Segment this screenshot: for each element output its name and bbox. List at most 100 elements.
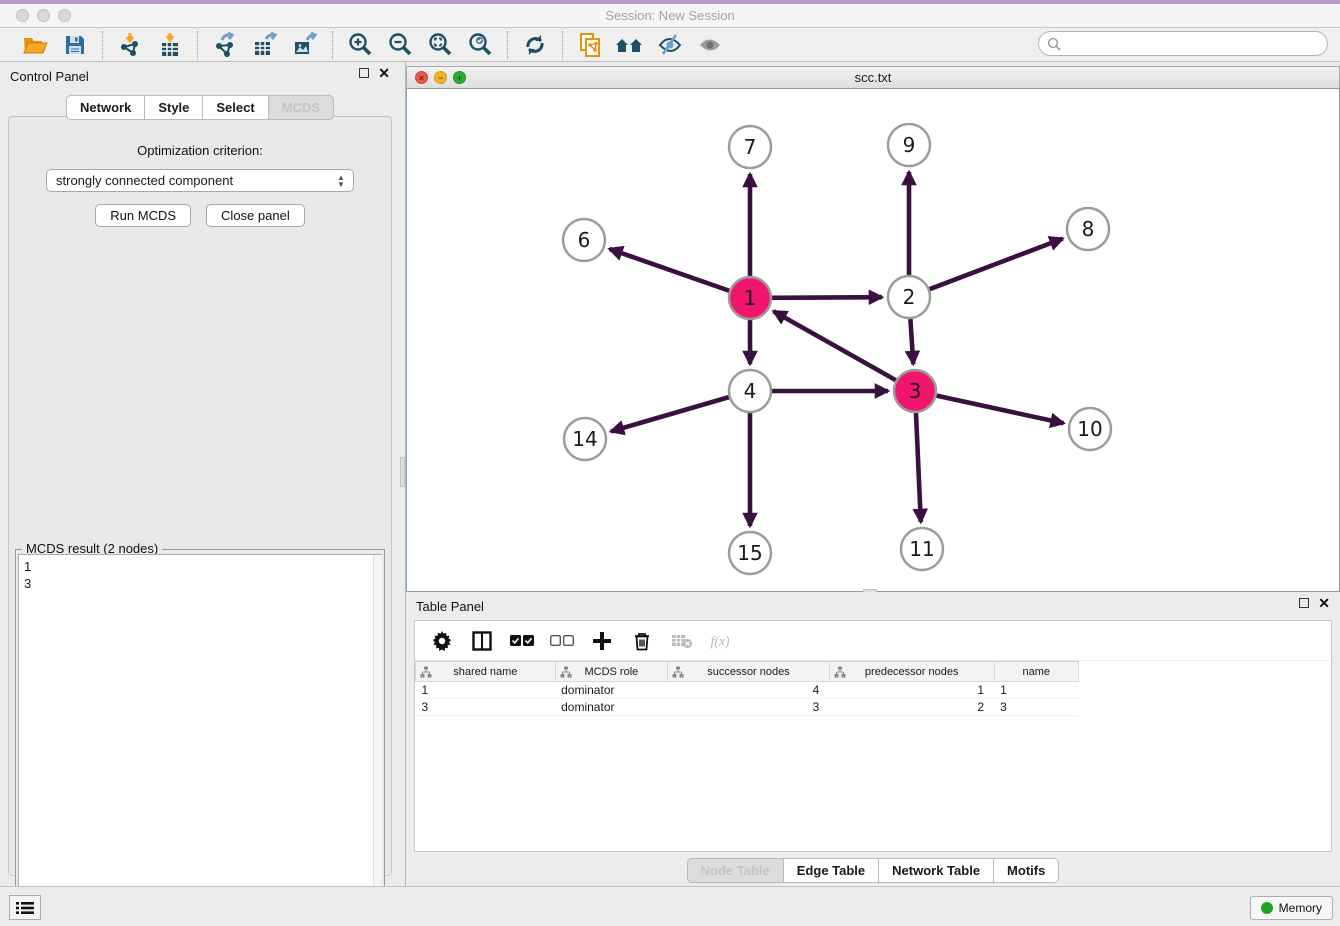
svg-text:3: 3 — [909, 379, 922, 403]
table-cell[interactable]: dominator — [555, 699, 668, 716]
column-header-name[interactable]: name — [994, 662, 1078, 682]
node-3[interactable]: 3 — [894, 370, 936, 412]
zoom-out-icon[interactable] — [383, 30, 417, 60]
edge-1-2[interactable] — [772, 297, 882, 298]
export-network-icon[interactable] — [208, 30, 242, 60]
node-14[interactable]: 14 — [564, 418, 606, 460]
table-cell[interactable]: 2 — [829, 699, 994, 716]
export-table-icon[interactable] — [248, 30, 282, 60]
float-panel-icon[interactable] — [359, 68, 369, 78]
tab-network-table[interactable]: Network Table — [879, 858, 994, 883]
tab-select[interactable]: Select — [203, 95, 268, 120]
table-cell[interactable]: 1 — [416, 682, 556, 699]
tab-mcds[interactable]: MCDS — [269, 95, 334, 120]
hide-selected-icon[interactable] — [653, 30, 687, 60]
close-panel-icon[interactable]: ✕ — [378, 68, 390, 78]
deselect-all-icon[interactable] — [549, 628, 575, 654]
table-cell[interactable]: 3 — [416, 699, 556, 716]
column-header-MCDS-role[interactable]: MCDS role — [555, 662, 668, 682]
node-7[interactable]: 7 — [729, 126, 771, 168]
node-1[interactable]: 1 — [729, 277, 771, 319]
table-cell[interactable]: dominator — [555, 682, 668, 699]
tab-network[interactable]: Network — [66, 95, 145, 120]
node-15[interactable]: 15 — [729, 532, 771, 574]
close-table-panel-icon[interactable]: ✕ — [1318, 598, 1330, 608]
svg-text:7: 7 — [744, 135, 757, 159]
import-table-icon[interactable] — [153, 30, 187, 60]
edge-1-6[interactable] — [609, 249, 729, 291]
search-box[interactable] — [1038, 31, 1328, 56]
node-8[interactable]: 8 — [1067, 208, 1109, 250]
close-panel-button[interactable]: Close panel — [206, 204, 305, 227]
open-session-icon[interactable] — [18, 30, 52, 60]
edge-3-1[interactable] — [774, 311, 896, 380]
table-cell[interactable]: 3 — [668, 699, 830, 716]
tab-style[interactable]: Style — [145, 95, 203, 120]
node-2[interactable]: 2 — [888, 276, 930, 318]
table-cell[interactable]: 4 — [668, 682, 830, 699]
svg-text:14: 14 — [572, 427, 597, 451]
edge-3-10[interactable] — [936, 396, 1063, 424]
run-mcds-button[interactable]: Run MCDS — [95, 204, 191, 227]
memory-label: Memory — [1279, 901, 1322, 915]
table-tabs: Node TableEdge TableNetwork TableMotifs — [406, 858, 1340, 883]
zoom-fit-icon[interactable] — [423, 30, 457, 60]
status-bar: Memory — [0, 886, 1340, 926]
network-window-titlebar[interactable]: × − + scc.txt — [406, 66, 1340, 88]
svg-text:4: 4 — [744, 379, 757, 403]
table-cell[interactable]: 3 — [994, 699, 1078, 716]
table-cell[interactable]: 1 — [829, 682, 994, 699]
edge-4-14[interactable] — [611, 397, 729, 431]
table-row[interactable]: 3dominator323 — [416, 699, 1079, 716]
node-6[interactable]: 6 — [563, 219, 605, 261]
duplicate-network-icon[interactable] — [573, 30, 607, 60]
tab-node-table[interactable]: Node Table — [687, 858, 784, 883]
function-builder-icon[interactable]: f(x) — [709, 628, 735, 654]
splitter-handle-icon[interactable] — [400, 457, 405, 487]
network-close-button[interactable]: × — [415, 71, 428, 84]
network-minimize-button[interactable]: − — [434, 71, 447, 84]
zoom-selected-icon[interactable] — [463, 30, 497, 60]
edge-2-8[interactable] — [930, 239, 1063, 290]
result-scrollbar[interactable] — [373, 555, 382, 921]
edge-2-3[interactable] — [910, 319, 913, 364]
add-column-icon[interactable] — [589, 628, 615, 654]
tab-edge-table[interactable]: Edge Table — [784, 858, 879, 883]
delete-column-icon[interactable] — [629, 628, 655, 654]
show-all-icon[interactable] — [693, 30, 727, 60]
table-cell[interactable]: 1 — [994, 682, 1078, 699]
search-input[interactable] — [1065, 37, 1315, 51]
node-11[interactable]: 11 — [901, 528, 943, 570]
save-session-icon[interactable] — [58, 30, 92, 60]
edge-3-11[interactable] — [916, 413, 921, 522]
node-9[interactable]: 9 — [888, 124, 930, 166]
mcds-result-text[interactable]: 1 3 — [18, 554, 382, 922]
network-zoom-button[interactable]: + — [453, 71, 466, 84]
float-table-panel-icon[interactable] — [1299, 598, 1309, 608]
zoom-in-icon[interactable] — [343, 30, 377, 60]
criterion-value: strongly connected component — [56, 173, 233, 188]
import-network-icon[interactable] — [113, 30, 147, 60]
node-table[interactable]: shared nameMCDS rolesuccessor nodesprede… — [415, 661, 1079, 716]
refresh-layout-icon[interactable] — [518, 30, 552, 60]
first-neighbors-icon[interactable] — [613, 30, 647, 60]
table-row[interactable]: 1dominator411 — [416, 682, 1079, 699]
control-panel-title: Control Panel — [10, 69, 89, 84]
node-4[interactable]: 4 — [729, 370, 771, 412]
network-canvas[interactable]: 7 9 6 8 1 2 4 3 14 10 15 11 — [406, 88, 1340, 592]
column-header-predecessor-nodes[interactable]: predecessor nodes — [829, 662, 994, 682]
gear-icon[interactable] — [429, 628, 455, 654]
column-header-successor-nodes[interactable]: successor nodes — [668, 662, 830, 682]
memory-button[interactable]: Memory — [1250, 896, 1333, 920]
node-10[interactable]: 10 — [1069, 408, 1111, 450]
select-all-icon[interactable] — [509, 628, 535, 654]
tab-motifs[interactable]: Motifs — [994, 858, 1059, 883]
column-layout-icon[interactable] — [469, 628, 495, 654]
delete-table-icon[interactable] — [669, 628, 695, 654]
network-graph[interactable]: 7 9 6 8 1 2 4 3 14 10 15 11 — [407, 89, 1339, 591]
task-history-button[interactable] — [9, 895, 41, 920]
app-titlebar: Session: New Session — [0, 0, 1340, 28]
column-header-shared-name[interactable]: shared name — [416, 662, 556, 682]
export-image-icon[interactable] — [288, 30, 322, 60]
criterion-select[interactable]: strongly connected component ▲▼ — [46, 169, 354, 192]
